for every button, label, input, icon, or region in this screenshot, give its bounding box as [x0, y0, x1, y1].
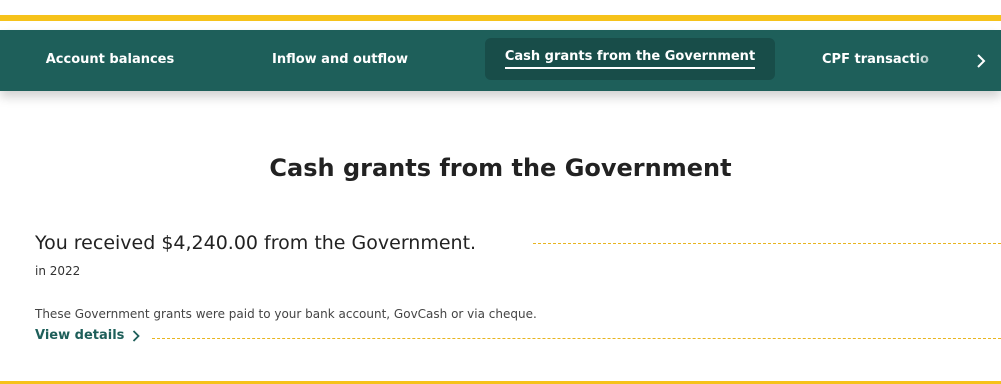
chevron-right-icon — [133, 329, 141, 342]
top-accent-bar — [0, 15, 1001, 21]
tab-cash-grants[interactable]: Cash grants from the Government — [485, 38, 775, 80]
grant-description: These Government grants were paid to you… — [35, 307, 537, 321]
tab-label: Inflow and outflow — [271, 51, 409, 67]
tab-overflow-fade — [913, 30, 953, 91]
tab-account-balances[interactable]: Account balances — [28, 38, 192, 80]
tab-label: Cash grants from the Government — [504, 49, 756, 69]
view-details-label: View details — [35, 328, 125, 343]
page-title: Cash grants from the Government — [269, 154, 732, 182]
dashed-divider — [533, 243, 1001, 244]
grant-summary: You received $4,240.00 from the Governme… — [35, 232, 1001, 264]
nav-next-button[interactable] — [961, 30, 1001, 91]
grant-period: in 2022 — [35, 264, 81, 278]
chevron-right-icon — [977, 53, 986, 68]
dashed-divider — [152, 338, 1001, 339]
view-details-link[interactable]: View details — [35, 328, 141, 343]
grant-headline: You received $4,240.00 from the Governme… — [35, 232, 477, 254]
section-nav: Account balances Inflow and outflow Cash… — [0, 30, 1001, 91]
tab-label: Account balances — [45, 51, 175, 67]
tab-inflow-outflow[interactable]: Inflow and outflow — [256, 38, 424, 80]
